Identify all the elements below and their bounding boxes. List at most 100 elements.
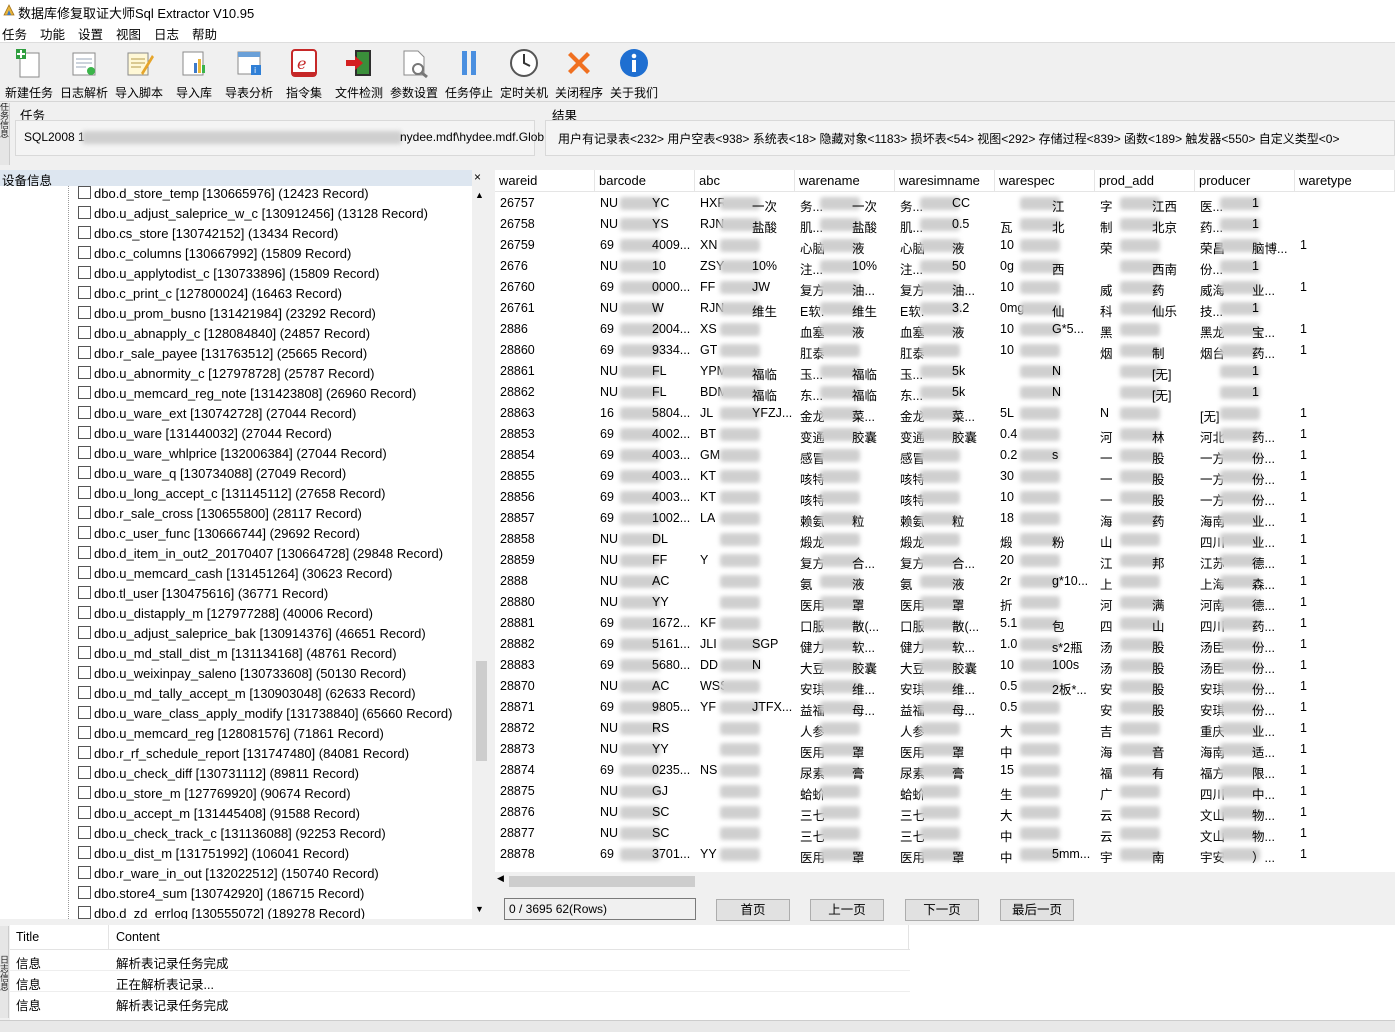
tree-table-item[interactable]: dbo.r_rf_schedule_report [131747480] (84… <box>78 746 409 766</box>
grid-horizontal-scrollbar[interactable]: ◀ <box>495 873 1395 889</box>
table-row[interactable]: 28856 69 4003... KT 咳特 咳特 10 一股一方 份... 1 <box>495 487 1395 508</box>
table-row[interactable]: 28870NUACWSSD...安琪维...安琪维...0.52板*...安股安… <box>495 676 1395 697</box>
tree-table-item[interactable]: dbo.u_md_tally_accept_m [130903048] (626… <box>78 686 416 706</box>
tree-table-item[interactable]: dbo.d_zd_errlog [130555072] (189278 Reco… <box>78 906 365 919</box>
table-row[interactable]: 28876 NU SC 三七 三七大云文山 物... 1 <box>495 802 1395 823</box>
tree-table-item[interactable]: dbo.u_ware_ext [130742728] (27044 Record… <box>78 406 356 426</box>
table-checkbox[interactable] <box>78 246 91 259</box>
table-checkbox[interactable] <box>78 306 91 319</box>
table-row[interactable]: 28860 69 9334... GT 肛泰 肛泰 10 烟制烟台 药... 1 <box>495 340 1395 361</box>
table-row[interactable]: 28853 69 4002... BT 变通 胶囊 变通 胶囊 0.4 河林河北 药... 1 <box>495 424 1395 445</box>
tree-table-item[interactable]: dbo.tl_user [130475616] (36771 Record) <box>78 586 328 606</box>
menu-log[interactable]: 日志 <box>154 24 179 43</box>
table-row[interactable]: 28872 NU RS 人参 人参大吉重庆 业... 1 <box>495 718 1395 739</box>
table-checkbox[interactable] <box>78 826 91 839</box>
table-row[interactable]: 2886 69 2004... XS 血塞液血塞液 10 G*5... 黑黑龙 宝... 1 <box>495 319 1395 340</box>
table-row[interactable]: 28861NUFLYPML...福临玉...福临玉...5kN[无]1 <box>495 361 1395 382</box>
table-checkbox[interactable] <box>78 586 91 599</box>
table-row[interactable]: 28873 NU YY 医用罩医用罩中海音海南 适... 1 <box>495 739 1395 760</box>
table-checkbox[interactable] <box>78 666 91 679</box>
tree-table-item[interactable]: dbo.r_sale_payee [131763512] (25665 Reco… <box>78 346 367 366</box>
close-program-button[interactable]: 关闭程序 <box>552 47 606 100</box>
new-task-button[interactable]: 新建任务 <box>2 47 56 100</box>
table-checkbox[interactable] <box>78 626 91 639</box>
tree-table-item[interactable]: dbo.store4_sum [130742920] (186715 Recor… <box>78 886 364 906</box>
table-checkbox[interactable] <box>78 186 91 199</box>
table-row[interactable]: 28877 NU SC 三七 三七中云文山 物... 1 <box>495 823 1395 844</box>
col-header-waretype[interactable]: waretype <box>1295 170 1395 192</box>
tree-table-item[interactable]: dbo.u_ware_q [130734088] (27049 Record) <box>78 466 346 486</box>
table-row[interactable]: 28855 69 4003... KT 咳特 咳特 30 一股一方 份... 1 <box>495 466 1395 487</box>
table-checkbox[interactable] <box>78 686 91 699</box>
table-row[interactable]: 26759 69 4009... XN 心脑液心脑液 10 荣荣昌 脑博... 1 <box>495 235 1395 256</box>
table-checkbox[interactable] <box>78 846 91 859</box>
col-header-warespec[interactable]: warespec <box>995 170 1095 192</box>
table-checkbox[interactable] <box>78 466 91 479</box>
device-panel-close-icon[interactable]: × <box>474 170 481 184</box>
file-check-button[interactable]: 文件检测 <box>332 47 386 100</box>
tree-table-item[interactable]: dbo.u_accept_m [131445408] (91588 Record… <box>78 806 360 826</box>
table-checkbox[interactable] <box>78 406 91 419</box>
table-row[interactable]: 28858 NU DL 煅龙 煅龙煅粉山四川 业... 1 <box>495 529 1395 550</box>
next-page-button[interactable]: 下一页 <box>905 899 979 921</box>
table-checkbox[interactable] <box>78 526 91 539</box>
tree-table-item[interactable]: dbo.u_memcard_reg [128081576] (71861 Rec… <box>78 726 384 746</box>
log-info-side-tab[interactable]: 日志信息 <box>0 926 9 1018</box>
table-checkbox[interactable] <box>78 346 91 359</box>
tree-table-item[interactable]: dbo.c_columns [130667992] (15809 Record) <box>78 246 351 266</box>
table-checkbox[interactable] <box>78 706 91 719</box>
table-checkbox[interactable] <box>78 206 91 219</box>
tree-table-item[interactable]: dbo.u_weixinpay_saleno [130733608] (5013… <box>78 666 406 686</box>
tree-table-item[interactable]: dbo.r_ware_in_out [132022512] (150740 Re… <box>78 866 379 886</box>
table-checkbox[interactable] <box>78 726 91 739</box>
tree-table-item[interactable]: dbo.cs_store [130742152] (13434 Record) <box>78 226 338 246</box>
menu-help[interactable]: 帮助 <box>192 24 217 43</box>
command-set-button[interactable]: e 指令集 <box>277 47 331 100</box>
timed-shutdown-button[interactable]: 定时关机 <box>497 47 551 100</box>
col-header-waresimname[interactable]: waresimname <box>895 170 995 192</box>
col-header-prod-add[interactable]: prod_add <box>1095 170 1195 192</box>
menu-task[interactable]: 任务 <box>2 24 27 43</box>
about-us-button[interactable]: 关于我们 <box>607 47 661 100</box>
table-checkbox[interactable] <box>78 646 91 659</box>
tree-table-item[interactable]: dbo.r_sale_cross [130655800] (28117 Reco… <box>78 506 362 526</box>
tree-table-item[interactable]: dbo.u_memcard_cash [131451264] (30623 Re… <box>78 566 392 586</box>
tree-scroll-thumb[interactable] <box>476 661 487 761</box>
tree-table-item[interactable]: dbo.u_prom_busno [131421984] (23292 Reco… <box>78 306 376 326</box>
tree-table-item[interactable]: dbo.c_print_c [127800024] (16463 Record) <box>78 286 342 306</box>
table-row[interactable]: 2676NU10ZSY(B...10%注...10%注...500g西西南份..… <box>495 256 1395 277</box>
table-checkbox[interactable] <box>78 426 91 439</box>
table-checkbox[interactable] <box>78 786 91 799</box>
prev-page-button[interactable]: 上一页 <box>810 899 884 921</box>
tree-table-item[interactable]: dbo.d_item_in_out2_20170407 [130664728] … <box>78 546 443 566</box>
table-analysis-button[interactable]: i 导表分析 <box>222 47 276 100</box>
table-row[interactable]: 28878 69 3701... YY 医用罩医用罩中 5mm... 宇南宇安）... 1 <box>495 844 1395 865</box>
table-checkbox[interactable] <box>78 566 91 579</box>
grid-scroll-thumb[interactable] <box>509 876 695 887</box>
table-checkbox[interactable] <box>78 866 91 879</box>
tree-table-item[interactable]: dbo.u_distapply_m [127977288] (40006 Rec… <box>78 606 373 626</box>
table-row[interactable]: 28875 NU GJ 蛤蚧 蛤蚧生广四川 中... 1 <box>495 781 1395 802</box>
table-checkbox[interactable] <box>78 266 91 279</box>
tree-table-item[interactable]: dbo.u_memcard_reg_note [131423808] (2696… <box>78 386 416 406</box>
tree-table-item[interactable]: dbo.u_abnormity_c [127978728] (25787 Rec… <box>78 366 374 386</box>
scroll-down-icon[interactable]: ▼ <box>475 904 484 914</box>
col-header-barcode[interactable]: barcode <box>595 170 695 192</box>
table-checkbox[interactable] <box>78 226 91 239</box>
param-settings-button[interactable]: 参数设置 <box>387 47 441 100</box>
table-row[interactable]: 26760 69 0000... FF JW 复方 油... 复方 油... 10 威药威海 业...… <box>495 277 1395 298</box>
tree-table-item[interactable]: dbo.u_adjust_saleprice_bak [130914376] (… <box>78 626 426 646</box>
table-row[interactable]: 28881 69 1672... KF 口服 散(... 口服 散(... 5.1 包四山四川 药.… <box>495 613 1395 634</box>
table-checkbox[interactable] <box>78 506 91 519</box>
table-row[interactable]: 28862NUFLBDM福临东...福临东...5kN[无]1 <box>495 382 1395 403</box>
menu-settings[interactable]: 设置 <box>78 24 103 43</box>
log-col-content[interactable]: Content <box>116 930 160 944</box>
menu-view[interactable]: 视图 <box>116 24 141 43</box>
table-checkbox[interactable] <box>78 766 91 779</box>
tree-table-item[interactable]: dbo.d_store_temp [130665976] (12423 Reco… <box>78 186 369 206</box>
tree-scrollbar[interactable]: ▲ ▼ <box>473 186 490 919</box>
table-checkbox[interactable] <box>78 366 91 379</box>
menu-function[interactable]: 功能 <box>40 24 65 43</box>
table-row[interactable]: 26757NUYCHXR...一次务...一次务...CC江字江西医...1 <box>495 193 1395 214</box>
task-info-side-tab[interactable]: 任务信息 <box>0 103 10 165</box>
